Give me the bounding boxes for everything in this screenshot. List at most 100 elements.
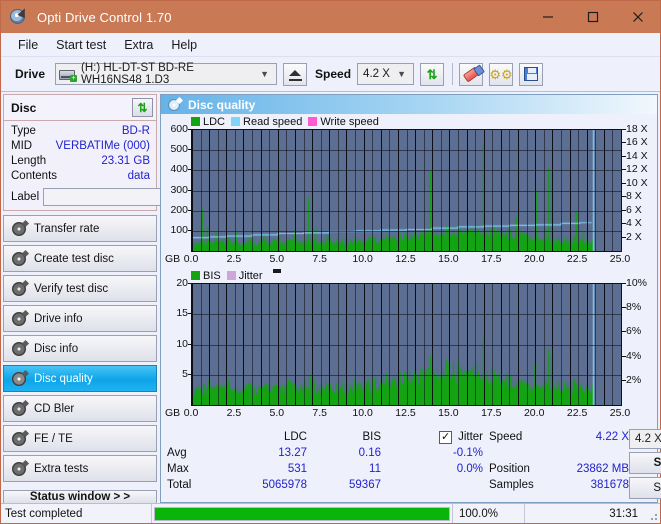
- stats-col-ldc: LDC: [283, 431, 307, 443]
- stats-row-label: Max: [167, 463, 189, 475]
- start-part-button[interactable]: Start part: [629, 477, 661, 499]
- menu-help[interactable]: Help: [162, 36, 206, 54]
- disc-info-rows: Type BD-R MID VERBATIMe (000) Length 23.…: [4, 121, 219, 210]
- menu-start-test[interactable]: Start test: [47, 36, 115, 54]
- disc-icon: [12, 251, 26, 266]
- sidebar-item-label: Drive info: [34, 312, 83, 325]
- disc-icon: [12, 431, 26, 446]
- drive-label: Drive: [15, 67, 46, 81]
- x-tick-label: 2.5: [226, 407, 242, 419]
- sidebar-nav: Transfer rate Create test disc Verify te…: [3, 215, 157, 482]
- y2-tick-label: 4 X: [622, 217, 642, 230]
- ldc-x-unit: GB: [165, 253, 181, 265]
- minimize-icon[interactable]: [525, 1, 570, 33]
- progress-container: [151, 504, 452, 523]
- menu-extra[interactable]: Extra: [115, 36, 162, 54]
- disc-row-key: Type: [11, 125, 36, 137]
- maximize-icon[interactable]: [570, 1, 615, 33]
- body: Disc ⇅ Type BD-R MID VERBATIMe (000) Len…: [1, 92, 661, 504]
- drive-icon: +: [59, 67, 78, 82]
- jitter-label: Jitter: [458, 431, 483, 443]
- charts-area: LDC Read speed Write speed 100 200 300 4…: [161, 114, 657, 425]
- sidebar-item-drive-info[interactable]: Drive info: [3, 305, 157, 332]
- stats-row-avg: Avg 13.27 0.16 -0.1%: [167, 445, 489, 461]
- refresh-arrows-icon: ⇅: [137, 100, 148, 115]
- x-tick-label: 22.5: [566, 407, 588, 419]
- menu-bar: File Start test Extra Help: [1, 33, 660, 57]
- menu-file[interactable]: File: [9, 36, 47, 54]
- speed-select[interactable]: 4.2 X ▼: [357, 63, 415, 85]
- sidebar-item-create-test-disc[interactable]: Create test disc: [3, 245, 157, 272]
- sidebar-item-extra-tests[interactable]: Extra tests: [3, 455, 157, 482]
- title-bar: Opti Drive Control 1.70: [1, 1, 660, 33]
- save-button[interactable]: [519, 62, 544, 86]
- sidebar: Disc ⇅ Type BD-R MID VERBATIMe (000) Len…: [1, 92, 219, 504]
- speed-value: 4.22 X: [595, 431, 629, 443]
- disc-row-value: VERBATIMe (000): [55, 140, 150, 152]
- elapsed-time: 31:31: [524, 504, 644, 523]
- test-speed-select[interactable]: 4.2 X ▼: [629, 429, 661, 449]
- jitter-checkbox[interactable]: ✓: [439, 430, 453, 444]
- sidebar-item-cd-bler[interactable]: CD Bler: [3, 395, 157, 422]
- start-full-button[interactable]: Start full: [629, 452, 661, 474]
- jitter-header: ✓ Jitter: [381, 429, 487, 445]
- legend-jitter: Jitter: [226, 269, 263, 282]
- erase-button[interactable]: [459, 62, 484, 86]
- stats-col-bis: BIS: [362, 431, 381, 443]
- x-tick-label: 10.0: [352, 407, 373, 419]
- stats-row-position: Position 23862 MB: [489, 461, 629, 477]
- ldc-plot-row: 100 200 300 400 500 600 2 X4 X6 X8 X 10 X 12 X1…: [163, 123, 655, 252]
- main-content: Disc quality LDC Read speed Write speed …: [159, 92, 661, 503]
- eject-button[interactable]: [283, 62, 308, 86]
- legend-label: LDC: [203, 115, 226, 128]
- legend-write-speed: Write speed: [308, 116, 379, 128]
- sidebar-item-disc-quality[interactable]: Disc quality: [3, 365, 157, 392]
- x-tick-label: 15.0: [438, 253, 459, 265]
- y-tick-label: 300: [170, 183, 192, 196]
- jitter-line-marker: [272, 269, 281, 273]
- progress-fill: [155, 507, 449, 520]
- resize-grip[interactable]: [644, 504, 660, 523]
- disc-row-type: Type BD-R: [11, 124, 150, 139]
- disc-icon: [12, 341, 26, 356]
- drive-select[interactable]: + (H:) HL-DT-ST BD-RE WH16NS48 1.D3 ▼: [55, 62, 278, 86]
- stats-row-label: Total: [167, 479, 192, 491]
- sidebar-item-label: CD Bler: [34, 402, 75, 415]
- sidebar-item-transfer-rate[interactable]: Transfer rate: [3, 215, 157, 242]
- disc-panel-header: Disc ⇅: [4, 95, 156, 121]
- y-tick-label: 100: [170, 223, 192, 236]
- legend-swatch: [231, 117, 241, 126]
- disc-icon: [12, 371, 26, 386]
- y2-tick-label: 8%: [621, 301, 642, 314]
- legend-swatch: [308, 117, 318, 126]
- y-tick-label: 200: [170, 203, 192, 216]
- window-title: Opti Drive Control 1.70: [37, 9, 172, 25]
- toolbar: Drive + (H:) HL-DT-ST BD-RE WH16NS48 1.D…: [1, 57, 660, 92]
- sidebar-item-label: Extra tests: [34, 462, 89, 475]
- eject-icon: [289, 70, 302, 76]
- sidebar-item-label: Transfer rate: [34, 222, 100, 235]
- status-window-button[interactable]: Status window > >: [3, 490, 157, 504]
- settings-button[interactable]: ⚙⚙: [489, 62, 514, 86]
- stats-value-ldc: 531: [287, 463, 307, 475]
- close-icon[interactable]: [615, 1, 660, 33]
- sidebar-item-fe-te[interactable]: FE / TE: [3, 425, 157, 452]
- legend-label: Jitter: [238, 269, 263, 282]
- disc-icon: [168, 98, 180, 111]
- stats-value-bis: 0.16: [358, 447, 381, 459]
- bis-x-unit: GB: [165, 407, 181, 419]
- disc-icon: [12, 461, 26, 476]
- app-window: Opti Drive Control 1.70 File Start test …: [0, 0, 661, 524]
- stats-row-label: [167, 429, 225, 445]
- y2-tick-label: 2 X: [622, 230, 642, 243]
- disc-refresh-button[interactable]: ⇅: [132, 98, 153, 117]
- stats-info: Speed 4.22 X Position 23862 MB Samples 3…: [489, 429, 629, 499]
- sidebar-item-label: Create test disc: [34, 252, 114, 265]
- legend-label: Read speed: [243, 115, 303, 128]
- gears-icon: ⚙⚙: [489, 66, 513, 82]
- y-tick-label: 5: [182, 367, 192, 380]
- sidebar-item-verify-test-disc[interactable]: Verify test disc: [3, 275, 157, 302]
- refresh-button[interactable]: ⇅: [420, 62, 445, 86]
- sidebar-item-disc-info[interactable]: Disc info: [3, 335, 157, 362]
